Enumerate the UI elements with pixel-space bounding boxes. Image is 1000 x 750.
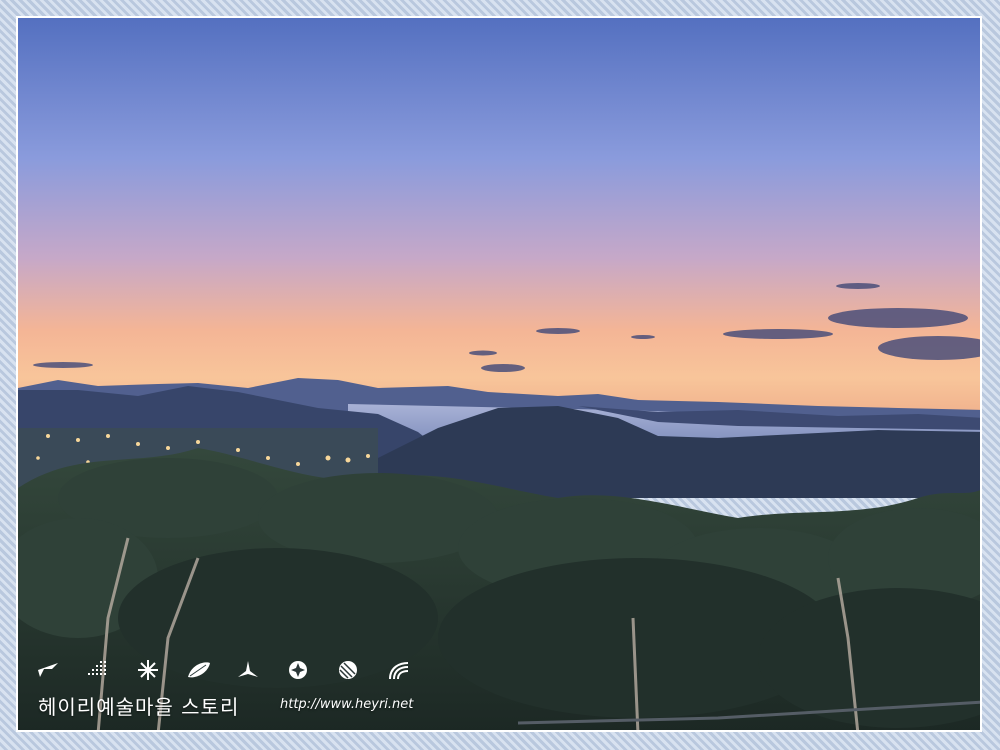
sunset-landscape-scene [18,18,980,730]
icon-row [38,657,438,683]
leaf-icon [188,657,238,683]
flag-icon [38,657,88,683]
brand-text: 헤이리예술마을 스토리 [38,695,240,719]
striped-ball-icon [338,657,388,683]
circle-star-icon [288,657,338,683]
sky [18,18,980,418]
landscape-photo [16,16,982,732]
tri-peak-icon [238,657,288,683]
grid-dots-icon [88,657,138,683]
watermark: 헤이리예술마을 스토리 http://www.heyri.net [20,655,440,725]
asterisk-icon [138,657,188,683]
rainbow-arc-icon [388,657,438,683]
url-text: http://www.heyri.net [280,697,414,712]
